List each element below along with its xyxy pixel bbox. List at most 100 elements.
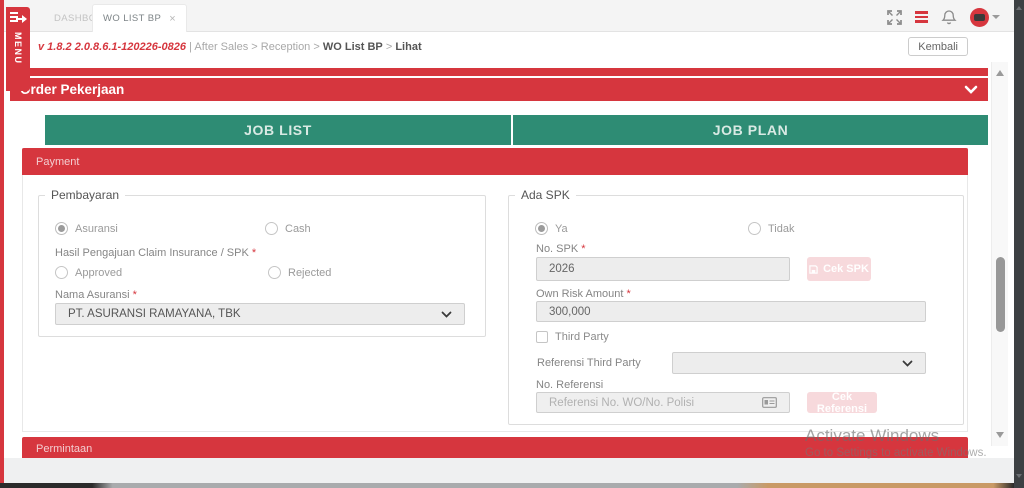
nama-asuransi-value: PT. ASURANSI RAMAYANA, TBK — [68, 308, 241, 320]
third-party-checkbox[interactable]: Third Party — [536, 331, 609, 343]
no-spk-label: No. SPK * — [536, 243, 586, 255]
referensi-third-party-label: Referensi Third Party — [537, 357, 641, 369]
page-footer-area — [4, 458, 1014, 483]
breadcrumb-lihat: Lihat — [395, 41, 421, 53]
own-risk-label: Own Risk Amount * — [536, 288, 631, 300]
breadcrumb-wo-list-bp[interactable]: WO List BP — [323, 41, 383, 53]
breadcrumb-sep-icon: > — [386, 41, 392, 53]
referensi-third-party-select[interactable] — [672, 352, 926, 374]
scroll-up-arrow-icon[interactable] — [996, 70, 1004, 76]
own-risk-label-text: Own Risk Amount — [536, 288, 623, 300]
required-marker: * — [581, 243, 585, 255]
sidebar-menu-toggle[interactable]: MENU — [6, 7, 30, 91]
radio-asuransi-label: Asuransi — [75, 223, 118, 235]
app-version: v 1.8.2 2.0.8.6.1-120226-0826 — [38, 41, 186, 53]
app-window: DASHBOARD WO LIST BP × — [0, 0, 1024, 488]
fullscreen-icon[interactable] — [887, 10, 902, 25]
no-spk-input[interactable] — [536, 257, 790, 281]
outer-scroll-up-icon — [1016, 6, 1022, 10]
breadcrumb-sep-icon: > — [251, 41, 257, 53]
no-referensi-placeholder: Referensi No. WO/No. Polisi — [549, 397, 694, 409]
scrollbar-thumb[interactable] — [996, 257, 1005, 332]
content-scrollbar[interactable] — [991, 62, 1008, 446]
permintaan-section-header[interactable]: Permintaan — [22, 437, 968, 458]
scroll-down-arrow-icon[interactable] — [996, 432, 1004, 438]
tab-job-plan[interactable]: JOB PLAN — [513, 115, 988, 145]
breadcrumb-sep-icon: > — [313, 41, 319, 53]
chevron-down-icon — [992, 15, 1000, 19]
select-chevron-down-icon — [902, 360, 913, 367]
tab-job-plan-label: JOB PLAN — [713, 122, 789, 138]
radio-cash-label: Cash — [285, 223, 311, 235]
radio-tidak-icon[interactable] — [748, 222, 761, 235]
id-card-icon — [762, 397, 777, 408]
third-party-label: Third Party — [555, 331, 609, 343]
topbar: DASHBOARD WO LIST BP × — [4, 0, 1014, 32]
radio-tidak-label: Tidak — [768, 223, 795, 235]
radio-asuransi[interactable]: Asuransi — [55, 222, 118, 235]
tab-wo-list-bp-label: WO LIST BP — [103, 13, 161, 24]
radio-ya-icon[interactable] — [535, 222, 548, 235]
back-button[interactable]: Kembali — [908, 37, 968, 56]
required-marker: * — [626, 288, 630, 300]
radio-approved-label: Approved — [75, 267, 122, 279]
cek-referensi-button[interactable]: Cek Referensi — [807, 392, 877, 413]
radio-ya-label: Ya — [555, 223, 568, 235]
hamburger-menu-icon[interactable] — [915, 11, 928, 23]
radio-cash[interactable]: Cash — [265, 222, 311, 235]
menu-label: MENU — [13, 32, 23, 65]
no-referensi-label: No. Referensi — [536, 379, 603, 391]
no-referensi-label-text: No. Referensi — [536, 379, 603, 391]
cek-spk-button[interactable]: Cek SPK — [807, 257, 871, 281]
own-risk-input[interactable] — [536, 301, 926, 322]
no-referensi-input[interactable]: Referensi No. WO/No. Polisi — [536, 392, 790, 413]
required-marker: * — [252, 247, 256, 259]
radio-rejected[interactable]: Rejected — [268, 266, 331, 279]
menu-arrow-icon — [10, 12, 26, 26]
back-button-label: Kembali — [918, 41, 958, 53]
third-party-checkbox-icon[interactable] — [536, 331, 548, 343]
radio-tidak[interactable]: Tidak — [748, 222, 795, 235]
nama-asuransi-label: Nama Asuransi * — [55, 289, 137, 301]
tab-wo-list-bp[interactable]: WO LIST BP × — [92, 4, 187, 32]
payment-section-title: Payment — [36, 156, 79, 168]
fieldset-ada-spk-legend: Ada SPK — [515, 188, 576, 202]
permintaan-section-title: Permintaan — [36, 443, 92, 455]
radio-cash-icon[interactable] — [265, 222, 278, 235]
payment-section-header[interactable]: Payment — [22, 148, 968, 175]
fieldset-pembayaran-legend: Pembayaran — [45, 188, 125, 202]
claim-insurance-label: Hasil Pengajuan Claim Insurance / SPK * — [55, 247, 256, 259]
referensi-third-party-label-text: Referensi Third Party — [537, 357, 641, 369]
radio-rejected-label: Rejected — [288, 267, 331, 279]
cek-referensi-button-label: Cek Referensi — [807, 391, 877, 415]
collapse-chevron-down-icon[interactable] — [964, 85, 978, 94]
breadcrumb-reception[interactable]: Reception — [261, 41, 311, 53]
breadcrumb-row: v 1.8.2 2.0.8.6.1-120226-0826 | After Sa… — [4, 32, 1014, 62]
user-menu[interactable] — [970, 8, 1000, 27]
window-bottom-edge — [0, 483, 1024, 488]
notifications-bell-icon[interactable] — [941, 9, 957, 26]
breadcrumb-after-sales[interactable]: After Sales — [194, 41, 248, 53]
nama-asuransi-label-text: Nama Asuransi — [55, 289, 130, 301]
panel-accent-bar — [10, 68, 988, 76]
radio-approved-icon[interactable] — [55, 266, 68, 279]
order-pekerjaan-header[interactable]: Order Pekerjaan — [10, 78, 988, 101]
tab-job-list[interactable]: JOB LIST — [45, 115, 511, 145]
cek-spk-button-label: Cek SPK — [823, 263, 869, 275]
radio-approved[interactable]: Approved — [55, 266, 122, 279]
radio-rejected-icon[interactable] — [268, 266, 281, 279]
order-pekerjaan-title: Order Pekerjaan — [20, 82, 124, 97]
outer-scroll-down-icon — [1016, 474, 1022, 478]
select-chevron-down-icon — [441, 311, 452, 318]
left-accent-strip — [0, 0, 4, 488]
window-right-edge — [1014, 0, 1024, 488]
required-marker: * — [133, 289, 137, 301]
radio-ya[interactable]: Ya — [535, 222, 568, 235]
no-spk-label-text: No. SPK — [536, 243, 578, 255]
tab-close-icon[interactable]: × — [169, 13, 176, 25]
save-icon — [809, 265, 818, 274]
tab-job-list-label: JOB LIST — [244, 122, 312, 138]
nama-asuransi-select[interactable]: PT. ASURANSI RAMAYANA, TBK — [55, 303, 465, 325]
radio-asuransi-icon[interactable] — [55, 222, 68, 235]
user-avatar[interactable] — [970, 8, 989, 27]
